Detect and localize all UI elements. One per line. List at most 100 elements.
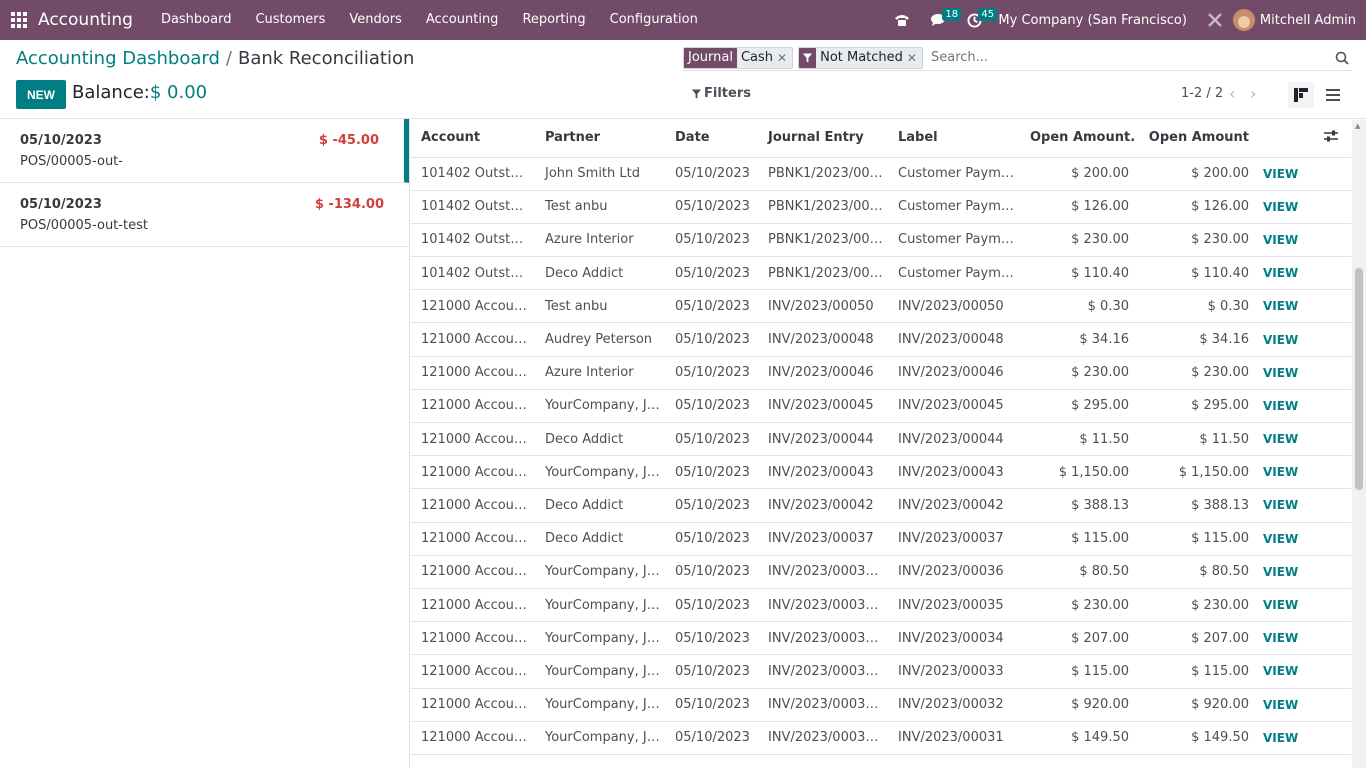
- table-row[interactable]: 121000 Account ReceivableYourCompany, Jo…: [411, 389, 1351, 424]
- page-title: Bank Reconciliation: [237, 48, 415, 69]
- pager-previous-icon[interactable]: ‹: [1229, 84, 1245, 104]
- filters-dropdown[interactable]: Filters: [692, 86, 751, 101]
- cell-date: 05/10/2023: [665, 522, 758, 556]
- table-row[interactable]: 101402 Outstanding ReceiptsAzure Interio…: [411, 223, 1351, 258]
- view-button[interactable]: VIEW: [1255, 256, 1311, 291]
- cell-journal-entry: INV/2023/00035 (s...: [758, 588, 888, 623]
- view-button[interactable]: VIEW: [1255, 488, 1311, 523]
- table-row[interactable]: 121000 Account ReceivableYourCompany, Jo…: [411, 654, 1351, 689]
- facet-journal-remove-icon[interactable]: ✕: [777, 51, 792, 65]
- pager-next-icon[interactable]: ›: [1250, 84, 1266, 104]
- table-row[interactable]: 101402 Outstanding ReceiptsTest anbu05/1…: [411, 190, 1351, 224]
- cell-account: 121000 Account Receivable: [411, 488, 535, 523]
- view-button[interactable]: VIEW: [1255, 555, 1311, 589]
- cell-date: 05/10/2023: [665, 488, 758, 523]
- view-button[interactable]: VIEW: [1255, 389, 1311, 424]
- table-row[interactable]: 121000 Account ReceivableDeco Addict05/1…: [411, 488, 1351, 523]
- table-row[interactable]: 121000 Account ReceivableYourCompany, Jo…: [411, 555, 1351, 589]
- cell-open-amount: $ 110.40: [1135, 256, 1255, 291]
- user-avatar[interactable]: [1232, 9, 1255, 31]
- table-row[interactable]: 121000 Account ReceivableDeco Addict05/1…: [411, 422, 1351, 457]
- table-row[interactable]: 121000 Account ReceivableYourCompany, Jo…: [411, 621, 1351, 656]
- menu-vendors[interactable]: Vendors: [337, 0, 413, 40]
- col-header-label[interactable]: Label: [888, 119, 1020, 158]
- col-header-account[interactable]: Account: [411, 119, 535, 158]
- table-row[interactable]: 121000 Account ReceivableTest anbu05/10/…: [411, 289, 1351, 324]
- table-row[interactable]: 121000 Account ReceivableYourCompany, Jo…: [411, 588, 1351, 623]
- cell-open-amount: $ 80.50: [1135, 555, 1255, 589]
- company-switcher[interactable]: My Company (San Francisco): [998, 13, 1186, 28]
- matching-lines-table: Account Partner Date Journal Entry Label…: [411, 119, 1351, 755]
- col-header-open-amount[interactable]: Open Amount: [1135, 119, 1255, 158]
- menu-dashboard[interactable]: Dashboard: [149, 0, 244, 40]
- facet-not-matched-remove-icon[interactable]: ✕: [907, 51, 922, 65]
- menu-configuration[interactable]: Configuration: [598, 0, 710, 40]
- search-bar: Journal Cash ✕ Not Matched ✕: [683, 45, 1352, 71]
- view-button[interactable]: VIEW: [1255, 455, 1311, 490]
- breadcrumb-parent[interactable]: Accounting Dashboard: [16, 48, 220, 69]
- menu-accounting[interactable]: Accounting: [414, 0, 511, 40]
- list-view-icon[interactable]: [1320, 82, 1346, 108]
- scrollbar-thumb[interactable]: [1355, 268, 1363, 490]
- statement-line[interactable]: 05/10/2023 $ -45.00 POS/00005-out-: [0, 119, 409, 183]
- vertical-scrollbar[interactable]: ▲: [1352, 120, 1366, 768]
- user-menu[interactable]: Mitchell Admin: [1260, 13, 1356, 28]
- cell-journal-entry: PBNK1/2023/00005: [758, 190, 888, 224]
- statement-line[interactable]: 05/10/2023 $ -134.00 POS/00005-out-test: [0, 183, 409, 247]
- search-icon[interactable]: [1332, 47, 1352, 69]
- cell-account: 121000 Account Receivable: [411, 721, 535, 755]
- col-header-journal-entry[interactable]: Journal Entry: [758, 119, 888, 158]
- view-button[interactable]: VIEW: [1255, 721, 1311, 755]
- new-button[interactable]: NEW: [16, 80, 66, 109]
- view-button[interactable]: VIEW: [1255, 322, 1311, 357]
- table-row[interactable]: 121000 Account ReceivableAzure Interior0…: [411, 356, 1351, 390]
- table-row[interactable]: 121000 Account ReceivableYourCompany, Jo…: [411, 455, 1351, 490]
- scroll-up-icon[interactable]: ▲: [1355, 122, 1360, 130]
- apps-menu-icon[interactable]: [0, 0, 38, 40]
- cell-partner: Deco Addict: [535, 422, 665, 457]
- table-row[interactable]: 121000 Account ReceivableYourCompany, Jo…: [411, 721, 1351, 755]
- view-button[interactable]: VIEW: [1255, 190, 1311, 224]
- phone-icon[interactable]: [884, 0, 920, 40]
- view-button[interactable]: VIEW: [1255, 522, 1311, 556]
- kanban-view-icon[interactable]: [1288, 82, 1314, 108]
- pager-value[interactable]: 1-2 / 2: [1181, 86, 1223, 101]
- col-header-partner[interactable]: Partner: [535, 119, 665, 158]
- search-input[interactable]: [927, 46, 1332, 69]
- statement-amount: $ -45.00: [318, 133, 379, 148]
- app-name[interactable]: Accounting: [38, 10, 133, 30]
- tools-icon[interactable]: [1197, 0, 1233, 40]
- view-button[interactable]: VIEW: [1255, 289, 1311, 324]
- cell-journal-entry: INV/2023/00045: [758, 389, 888, 424]
- cell-label: INV/2023/00044: [888, 422, 1020, 457]
- view-button[interactable]: VIEW: [1255, 223, 1311, 258]
- cell-label: Customer Payment: [888, 223, 1020, 258]
- table-row[interactable]: 121000 Account ReceivableYourCompany, Jo…: [411, 688, 1351, 722]
- cell-partner: YourCompany, Joel Willis: [535, 588, 665, 623]
- cell-open-amount-currency: $ 80.50: [1020, 555, 1135, 589]
- cell-open-amount-currency: $ 126.00: [1020, 190, 1135, 224]
- view-button[interactable]: VIEW: [1255, 654, 1311, 689]
- column-settings-icon[interactable]: [1311, 119, 1351, 158]
- cell-journal-entry: INV/2023/00031 (t...: [758, 721, 888, 755]
- view-button[interactable]: VIEW: [1255, 688, 1311, 722]
- menu-reporting[interactable]: Reporting: [510, 0, 597, 40]
- row-spacer: [1311, 688, 1351, 722]
- messages-icon[interactable]: 18: [920, 0, 962, 40]
- table-row[interactable]: 121000 Account ReceivableDeco Addict05/1…: [411, 522, 1351, 556]
- cell-label: INV/2023/00033: [888, 654, 1020, 689]
- view-button[interactable]: VIEW: [1255, 588, 1311, 623]
- cell-journal-entry: INV/2023/00034 (t...: [758, 621, 888, 656]
- table-row[interactable]: 101402 Outstanding ReceiptsDeco Addict05…: [411, 256, 1351, 291]
- view-button[interactable]: VIEW: [1255, 422, 1311, 457]
- col-header-open-amount-currency[interactable]: Open Amount...: [1020, 119, 1135, 158]
- table-row[interactable]: 121000 Account ReceivableAudrey Peterson…: [411, 322, 1351, 357]
- cell-date: 05/10/2023: [665, 289, 758, 324]
- table-row[interactable]: 101402 Outstanding ReceiptsJohn Smith Lt…: [411, 157, 1351, 191]
- menu-customers[interactable]: Customers: [243, 0, 337, 40]
- view-button[interactable]: VIEW: [1255, 356, 1311, 390]
- view-button[interactable]: VIEW: [1255, 157, 1311, 191]
- activities-icon[interactable]: 45: [956, 0, 998, 40]
- view-button[interactable]: VIEW: [1255, 621, 1311, 656]
- col-header-date[interactable]: Date: [665, 119, 758, 158]
